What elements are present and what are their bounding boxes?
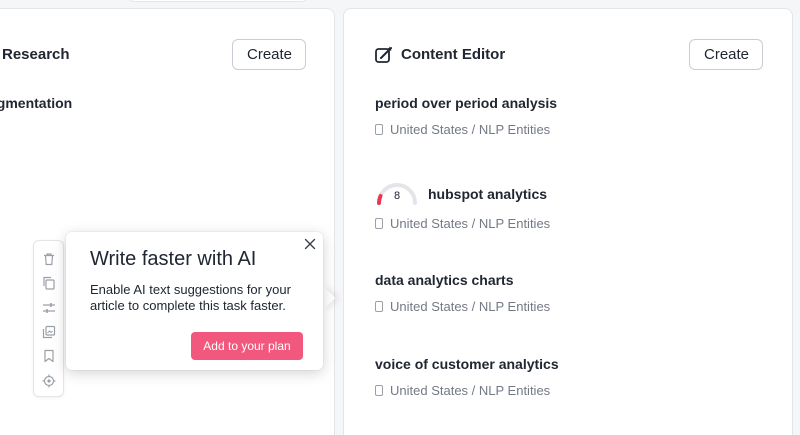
list-item[interactable]: period over period analysis United State…: [375, 95, 775, 137]
mobile-icon: [375, 385, 383, 396]
target-icon[interactable]: [42, 374, 56, 388]
mobile-icon: [375, 124, 383, 135]
top-tab-stub: [128, 0, 308, 2]
research-card-title: Research: [2, 46, 70, 63]
copy-icon[interactable]: [42, 276, 56, 290]
list-item-title: hubspot analytics: [428, 186, 548, 202]
list-item-locale: United States / NLP Entities: [390, 383, 551, 398]
content-editor-create-button[interactable]: Create: [689, 39, 763, 70]
close-icon[interactable]: [303, 237, 317, 251]
content-score-gauge: 8: [375, 183, 419, 205]
research-list-item[interactable]: egmentation: [0, 95, 319, 111]
ai-suggestions-popup: Write faster with AI Enable AI text sugg…: [66, 232, 323, 370]
list-item-title: period over period analysis: [375, 95, 558, 111]
list-item-header: 8 hubspot analytics: [375, 183, 775, 205]
list-item-subtitle: United States / NLP Entities: [375, 122, 775, 137]
add-to-plan-button[interactable]: Add to your plan: [191, 332, 303, 360]
research-list-item-title: egmentation: [0, 95, 73, 111]
item-actions-toolbar: [33, 240, 64, 397]
list-item-subtitle: United States / NLP Entities: [375, 216, 775, 231]
list-item-subtitle: United States / NLP Entities: [375, 383, 775, 398]
list-item-locale: United States / NLP Entities: [390, 122, 551, 137]
content-editor-title: Content Editor: [401, 46, 506, 63]
bookmark-icon[interactable]: [42, 349, 56, 363]
content-editor-card: Content Editor Create period over period…: [343, 8, 793, 435]
list-item-subtitle: United States / NLP Entities: [375, 299, 775, 314]
popup-title: Write faster with AI: [90, 248, 257, 270]
gallery-icon[interactable]: [42, 325, 56, 339]
sliders-icon[interactable]: [42, 301, 56, 315]
trash-icon[interactable]: [42, 252, 56, 266]
list-item-locale: United States / NLP Entities: [390, 299, 551, 314]
popup-body: Enable AI text suggestions for your arti…: [90, 282, 291, 313]
content-editor-icon: [375, 46, 393, 63]
list-item[interactable]: 8 hubspot analytics United States / NLP …: [375, 183, 775, 231]
list-item-title: voice of customer analytics: [375, 356, 559, 372]
list-item[interactable]: voice of customer analytics United State…: [375, 356, 775, 398]
list-item-title: data analytics charts: [375, 272, 514, 288]
research-create-button[interactable]: Create: [232, 39, 306, 70]
list-item-locale: United States / NLP Entities: [390, 216, 551, 231]
mobile-icon: [375, 218, 383, 229]
content-score-value: 8: [393, 190, 401, 202]
list-item[interactable]: data analytics charts United States / NL…: [375, 272, 775, 314]
mobile-icon: [375, 301, 383, 312]
